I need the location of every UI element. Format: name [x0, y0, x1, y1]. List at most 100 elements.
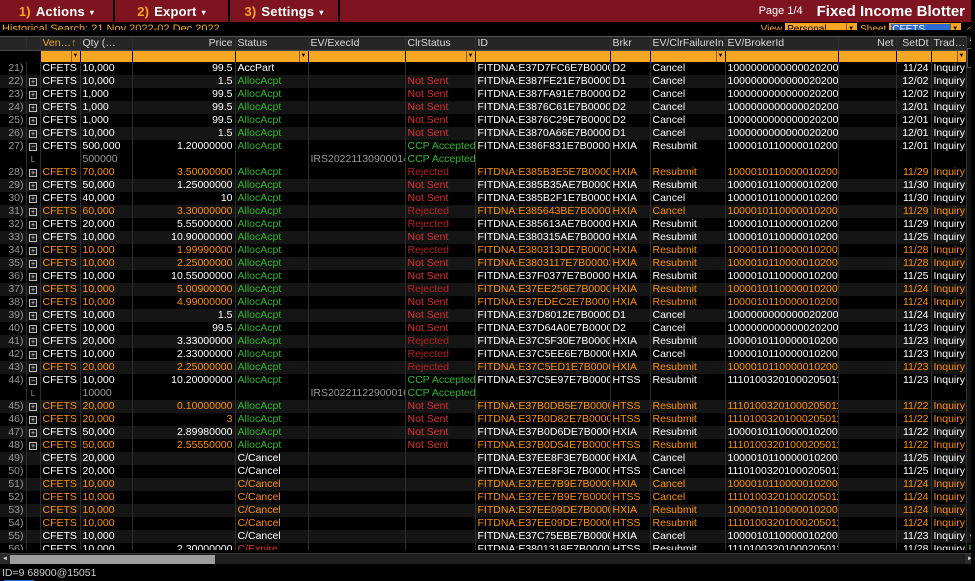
table-row[interactable]: 23) + CFETS 1,000 99.5 AllocAcpt Not Sent FITDN…: [0, 87, 975, 101]
table-row[interactable]: 53) CFETS 10,000 C/Cancel FITDNA:E37EE09DE7B…: [0, 503, 975, 517]
expand-plus-icon[interactable]: +: [29, 90, 37, 99]
column-header-brkr[interactable]: Brkr: [610, 37, 651, 51]
export-menu-button[interactable]: 2) Export ▾: [115, 0, 230, 22]
chevron-down-icon[interactable]: ▼: [956, 51, 965, 62]
row-expander[interactable]: +: [26, 269, 41, 283]
expand-plus-icon[interactable]: +: [29, 181, 37, 190]
filter-input-clrstat[interactable]: ▼: [405, 50, 476, 62]
column-header-execid[interactable]: EV/ExecId: [308, 37, 406, 51]
table-filter-row[interactable]: ▼▼▼▼▼▼: [0, 50, 975, 62]
row-expander[interactable]: +: [26, 191, 41, 205]
row-expander[interactable]: −: [26, 139, 41, 153]
table-row[interactable]: 22) + CFETS 10,000 1.5 AllocAcpt Not Sent FITDN…: [0, 74, 975, 88]
table-row[interactable]: 35) + CFETS 10,000 2.25000000 AllocAcpt Not Se…: [0, 256, 975, 270]
settings-menu-button[interactable]: 3) Settings ▾: [230, 0, 340, 22]
table-row[interactable]: 32) + CFETS 20,000 5.55000000 AllocAcpt Reject…: [0, 217, 975, 231]
row-expander[interactable]: +: [26, 217, 41, 231]
table-row[interactable]: 38) + CFETS 10,000 4.99000000 AllocAcpt Not Se…: [0, 295, 975, 309]
table-row[interactable]: 27) − CFETS 500,000 1.20000000 AllocAcpt CCP A…: [0, 139, 975, 153]
expand-plus-icon[interactable]: +: [29, 220, 37, 229]
table-row[interactable]: 28) + CFETS 70,000 3.50000000 AllocAcpt Reject…: [0, 165, 975, 179]
filter-input-execid[interactable]: [308, 50, 406, 62]
row-expander[interactable]: +: [26, 438, 41, 452]
column-header-status[interactable]: Status: [235, 37, 309, 51]
table-row[interactable]: 24) + CFETS 1,000 99.5 AllocAcpt Not Sent FITDN…: [0, 100, 975, 114]
table-row[interactable]: 48) + CFETS 50,000 2.55550000 AllocAcpt Not Se…: [0, 438, 975, 452]
table-row[interactable]: 37) + CFETS 10,000 5.00900000 AllocAcpt Reject…: [0, 282, 975, 296]
row-expander[interactable]: +: [26, 412, 41, 426]
actions-menu-button[interactable]: 1) Actions ▾: [0, 0, 115, 22]
expand-plus-icon[interactable]: +: [29, 194, 37, 203]
table-row[interactable]: 46) + CFETS 20,000 3 AllocAcpt Not Sent FITDNA:…: [0, 412, 975, 426]
table-row[interactable]: 44) − CFETS 10,000 10.20000000 AllocAcpt CCP A…: [0, 373, 975, 387]
table-row[interactable]: 39) + CFETS 10,000 1.5 AllocAcpt Not Sent FITDN…: [0, 308, 975, 322]
filter-input-brokerid[interactable]: [725, 50, 839, 62]
column-header-qty[interactable]: Qty (…: [80, 37, 133, 51]
filter-input-brkr[interactable]: [610, 50, 651, 62]
row-expander[interactable]: +: [26, 282, 41, 296]
expand-plus-icon[interactable]: +: [29, 350, 37, 359]
expand-plus-icon[interactable]: +: [29, 311, 37, 320]
expand-plus-icon[interactable]: +: [29, 272, 37, 281]
filter-input-clrfail[interactable]: ▼: [650, 50, 726, 62]
column-header-setdt[interactable]: SetDt: [896, 37, 932, 51]
chevron-down-icon[interactable]: ▼: [715, 51, 724, 62]
filter-input-id[interactable]: [475, 50, 611, 62]
table-row[interactable]: 41) + CFETS 20,000 3.33000000 AllocAcpt Reject…: [0, 334, 975, 348]
expand-plus-icon[interactable]: +: [29, 428, 37, 437]
table-row[interactable]: 31) + CFETS 60,000 3.30000000 AllocAcpt Reject…: [0, 204, 975, 218]
table-row[interactable]: 55) CFETS 10,000 C/Cancel FITDNA:E37C75EBE7B…: [0, 529, 975, 543]
row-expander[interactable]: +: [26, 295, 41, 309]
chevron-down-icon[interactable]: ▼: [298, 51, 307, 62]
column-header-rownum[interactable]: [0, 37, 27, 51]
column-header-trad[interactable]: Trad…: [931, 37, 967, 51]
expand-plus-icon[interactable]: +: [29, 415, 37, 424]
row-expander[interactable]: +: [26, 425, 41, 439]
row-expander[interactable]: +: [26, 87, 41, 101]
table-row[interactable]: 43) + CFETS 20,000 2.25000000 AllocAcpt Reject…: [0, 360, 975, 374]
column-header-expander[interactable]: [26, 37, 41, 51]
table-row[interactable]: 49) CFETS 20,000 C/Cancel FITDNA:E37EE8F3E7B…: [0, 451, 975, 465]
chevron-down-icon[interactable]: ▼: [465, 51, 474, 62]
row-expander[interactable]: +: [26, 100, 41, 114]
column-header-net[interactable]: Net: [838, 37, 897, 51]
expand-plus-icon[interactable]: +: [29, 324, 37, 333]
row-expander[interactable]: +: [26, 113, 41, 127]
filter-input-setdt[interactable]: [896, 50, 932, 62]
expand-plus-icon[interactable]: +: [29, 168, 37, 177]
expand-plus-icon[interactable]: +: [29, 116, 37, 125]
expand-plus-icon[interactable]: +: [29, 298, 37, 307]
row-expander[interactable]: +: [26, 308, 41, 322]
table-row[interactable]: 34) + CFETS 10,000 1.99990000 AllocAcpt Reject…: [0, 243, 975, 257]
expand-plus-icon[interactable]: +: [29, 207, 37, 216]
table-row[interactable]: 26) + CFETS 10,000 1.5 AllocAcpt Not Sent FITDN…: [0, 126, 975, 140]
expand-plus-icon[interactable]: +: [29, 246, 37, 255]
table-row[interactable]: 52) CFETS 10,000 C/Cancel FITDNA:E37EE7B9E7B…: [0, 490, 975, 504]
filter-input-net[interactable]: [838, 50, 897, 62]
table-row[interactable]: 56) CFETS 10,000 2.30000000 C/Expire FITDNA:E…: [0, 542, 975, 550]
horizontal-scroll-thumb[interactable]: [10, 555, 215, 564]
column-header-price[interactable]: Price: [132, 37, 236, 51]
row-expander[interactable]: +: [26, 126, 41, 140]
row-expander[interactable]: +: [26, 204, 41, 218]
row-expander[interactable]: −: [26, 373, 41, 387]
table-row[interactable]: 21) CFETS 10,000 99.5 AccPart FITDNA:E37D7FC6…: [0, 61, 975, 75]
table-row[interactable]: 45) + CFETS 20,000 0.10000000 AllocAcpt Not Se…: [0, 399, 975, 413]
row-expander[interactable]: +: [26, 165, 41, 179]
table-row[interactable]: 29) + CFETS 50,000 1.25000000 AllocAcpt Not Se…: [0, 178, 975, 192]
table-row[interactable]: 47) + CFETS 50,000 2.89980000 AllocAcpt Not Se…: [0, 425, 975, 439]
collapse-minus-icon[interactable]: −: [29, 376, 37, 385]
expand-plus-icon[interactable]: +: [29, 285, 37, 294]
column-header-id[interactable]: ID: [475, 37, 611, 51]
row-expander[interactable]: +: [26, 230, 41, 244]
horizontal-scrollbar[interactable]: ◄ ►: [0, 553, 975, 565]
row-expander[interactable]: +: [26, 321, 41, 335]
table-row[interactable]: 40) + CFETS 10,000 99.5 AllocAcpt Not Sent FITD…: [0, 321, 975, 335]
row-expander[interactable]: +: [26, 399, 41, 413]
table-row[interactable]: 51) CFETS 10,000 C/Cancel FITDNA:E37EE7B9E7B…: [0, 477, 975, 491]
filter-input-venue[interactable]: ▼: [40, 50, 81, 62]
expand-plus-icon[interactable]: +: [29, 363, 37, 372]
expand-plus-icon[interactable]: +: [29, 103, 37, 112]
expand-plus-icon[interactable]: +: [29, 259, 37, 268]
filter-input-price[interactable]: [132, 50, 236, 62]
